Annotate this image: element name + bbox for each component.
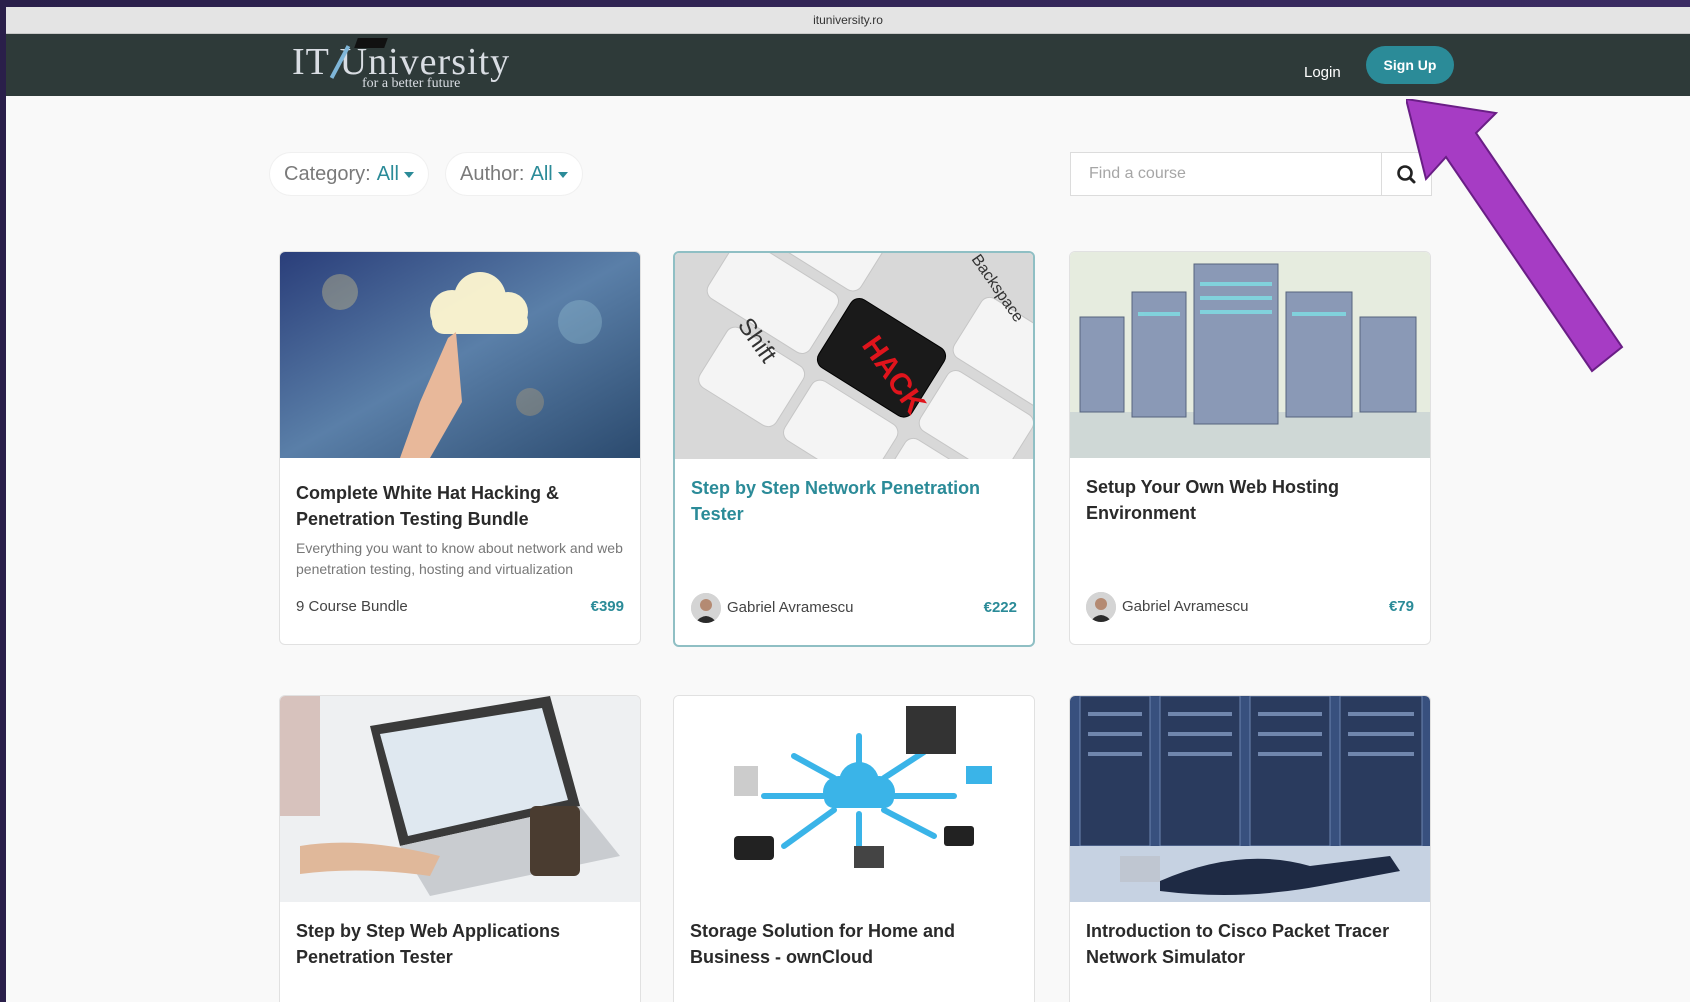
course-thumbnail-datacenter [1070, 696, 1430, 902]
course-description: Everything you want to know about networ… [296, 540, 623, 577]
category-filter[interactable]: Category: All [270, 153, 428, 195]
course-price: €79 [1388, 598, 1414, 615]
course-card[interactable]: Complete White Hat Hacking & Penetration… [279, 251, 641, 645]
login-link[interactable]: Login [1304, 64, 1341, 81]
category-filter-value: All [376, 163, 399, 185]
logo-tagline: for a better future [362, 76, 461, 91]
course-card[interactable]: HACK Shift Backspace Step by Step Networ… [673, 251, 1035, 647]
course-search [1070, 152, 1397, 196]
course-title: Step by Step Network Penetration Tester [691, 478, 981, 524]
course-title: Complete White Hat Hacking & Penetration… [296, 483, 560, 529]
site-logo[interactable]: IT University for a better future [292, 38, 522, 92]
category-filter-label: Category: [284, 163, 371, 185]
course-card[interactable]: Setup Your Own Web Hosting Environment G… [1069, 251, 1431, 645]
caret-down-icon [403, 171, 414, 178]
course-card[interactable]: Step by Step Web Applications Penetratio… [279, 695, 641, 1002]
course-title: Storage Solution for Home and Business -… [690, 921, 956, 967]
author-avatar [691, 593, 721, 623]
author-filter-value: All [530, 163, 553, 185]
course-author: Gabriel Avramescu [1122, 598, 1249, 615]
caret-down-icon [557, 171, 568, 178]
course-card[interactable]: Introduction to Cisco Packet Tracer Netw… [1069, 695, 1431, 1002]
author-avatar [1086, 592, 1116, 622]
course-bundle-count: 9 Course Bundle [296, 598, 408, 615]
search-icon [1397, 165, 1416, 184]
sign-up-button[interactable]: Sign Up [1366, 46, 1454, 84]
site-navbar: IT University for a better future Login … [6, 34, 1690, 96]
course-footer: 9 Course Bundle €399 [296, 592, 624, 622]
course-thumbnail-cloud [280, 252, 640, 458]
search-input[interactable] [1071, 153, 1397, 195]
browser-window: ituniversity.ro IT University for a bett… [6, 7, 1690, 1002]
course-title: Introduction to Cisco Packet Tracer Netw… [1086, 921, 1390, 967]
course-author: Gabriel Avramescu [727, 599, 854, 616]
course-title: Setup Your Own Web Hosting Environment [1086, 477, 1340, 523]
course-footer: Gabriel Avramescu €79 [1086, 592, 1414, 622]
address-bar[interactable]: ituniversity.ro [6, 7, 1690, 34]
course-footer: Gabriel Avramescu €222 [691, 593, 1017, 623]
search-button[interactable] [1382, 152, 1432, 196]
course-card[interactable]: Storage Solution for Home and Business -… [673, 695, 1035, 1002]
course-price: €399 [590, 598, 624, 615]
course-thumbnail-keyboard: HACK Shift Backspace [675, 253, 1033, 459]
course-thumbnail-cloud-network [674, 696, 1034, 902]
graduation-cap-icon [354, 38, 388, 48]
course-title: Step by Step Web Applications Penetratio… [296, 921, 561, 967]
course-thumbnail-servers [1070, 252, 1430, 458]
course-price: €222 [983, 599, 1017, 616]
annotation-arrow-icon [1406, 99, 1624, 373]
course-thumbnail-laptop [280, 696, 640, 902]
author-filter-label: Author: [460, 163, 525, 185]
author-filter[interactable]: Author: All [446, 153, 582, 195]
url-text: ituniversity.ro [813, 13, 883, 27]
